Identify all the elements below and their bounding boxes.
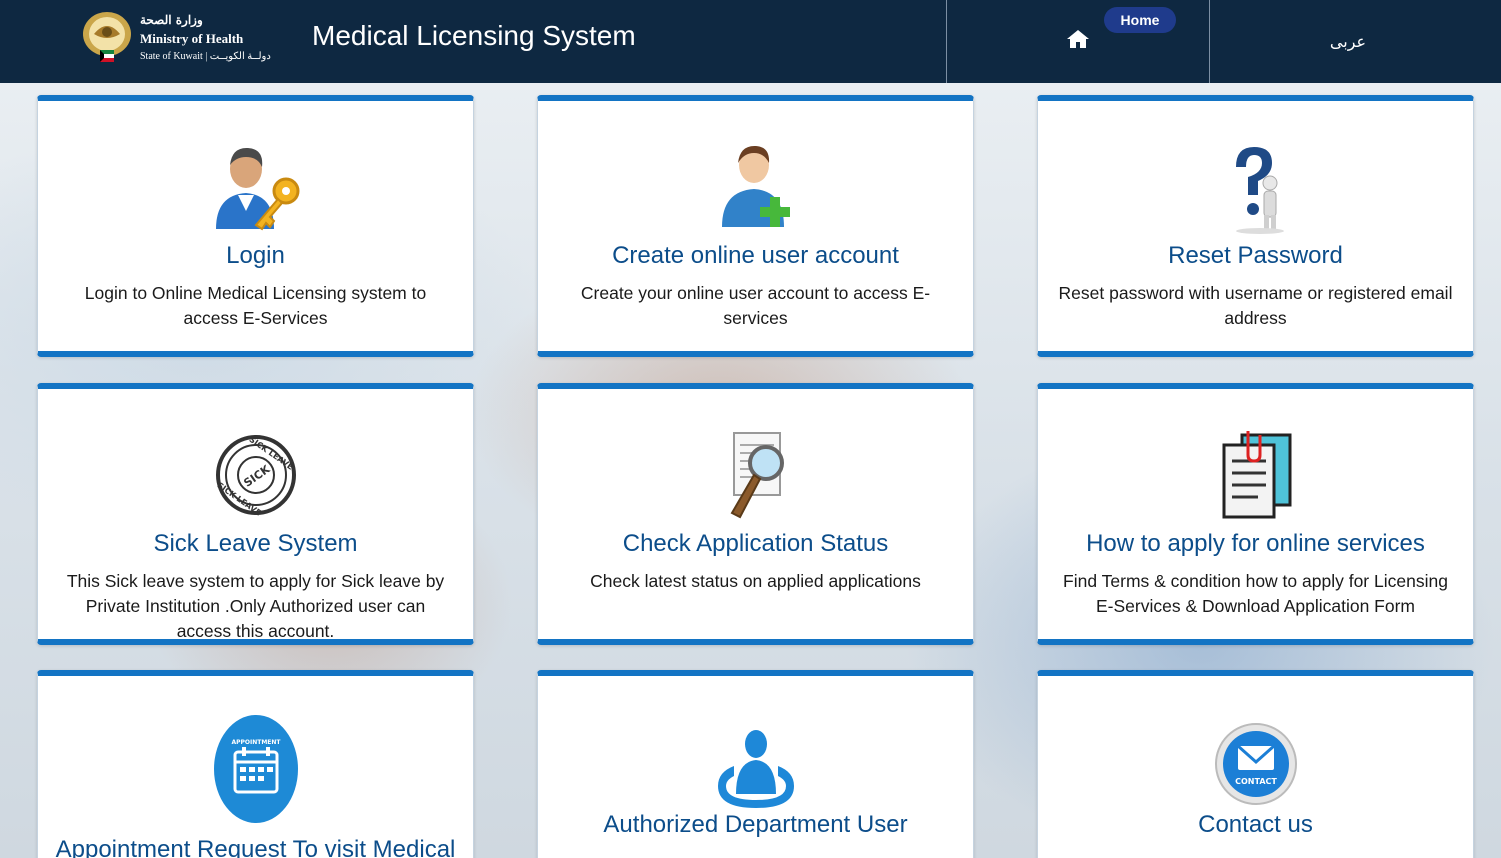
app-title: Medical Licensing System (312, 20, 636, 51)
card-title: Contact us (1198, 811, 1313, 838)
card-contact-us[interactable]: CONTACT Contact us (1037, 670, 1474, 858)
home-icon (1067, 30, 1089, 48)
home-badge[interactable]: Home (1104, 7, 1176, 33)
department-user-icon (708, 724, 804, 820)
card-appointment-request[interactable]: APPOINTMENT Appointment Request To visit… (37, 670, 474, 858)
card-title: Create online user account (612, 242, 899, 269)
card-title: How to apply for online services (1086, 530, 1425, 557)
logo-english-name: Ministry of Health (140, 31, 244, 46)
card-description: Check latest status on applied applicati… (590, 571, 921, 591)
card-description: Create your online user account to acces… (580, 283, 931, 328)
kuwait-emblem-icon (83, 12, 131, 62)
card-title: Sick Leave System (153, 530, 358, 557)
card-title: Reset Password (1168, 242, 1343, 269)
home-link[interactable] (1060, 24, 1096, 54)
card-description: This Sick leave system to apply for Sick… (66, 571, 445, 641)
top-header: وزارة الصحة Ministry of Health State of … (0, 0, 1501, 83)
question-mark-figure-icon (1208, 139, 1304, 235)
card-authorized-department-user[interactable]: Authorized Department User (537, 670, 974, 858)
card-check-status[interactable]: Check Application Status Check latest st… (537, 383, 974, 645)
nav-divider (1209, 0, 1210, 83)
card-reset-password[interactable]: Reset Password Reset password with usern… (1037, 95, 1474, 357)
card-title: Appointment Request To visit Medical (55, 836, 456, 858)
card-how-to-apply[interactable]: How to apply for online services Find Te… (1037, 383, 1474, 645)
card-login[interactable]: Login Login to Online Medical Licensing … (37, 95, 474, 357)
card-title: Check Application Status (622, 530, 889, 557)
logo-subtitle: State of Kuwait | دولــة الكويــت (140, 51, 271, 62)
add-user-icon (708, 139, 804, 235)
clipboard-documents-icon (1208, 427, 1304, 523)
user-key-icon (208, 139, 304, 235)
card-description: Reset password with username or register… (1058, 283, 1453, 328)
language-switch-link[interactable]: عربى (1310, 28, 1386, 54)
appointment-calendar-icon: APPOINTMENT (211, 714, 301, 824)
card-title: Authorized Department User (603, 811, 908, 838)
logo-arabic-name: وزارة الصحة (140, 13, 203, 27)
magnifier-document-icon (708, 427, 804, 523)
contact-envelope-icon: CONTACT (1208, 718, 1304, 814)
svg-text:CONTACT: CONTACT (1235, 777, 1277, 786)
card-description: Find Terms & condition how to apply for … (1063, 571, 1448, 616)
card-create-account[interactable]: Create online user account Create your o… (537, 95, 974, 357)
card-description: Login to Online Medical Licensing system… (84, 283, 427, 328)
sick-leave-stamp-icon: SICK SICK LEAVE SICK LEAVE (208, 427, 304, 523)
card-title: Login (226, 242, 285, 269)
svg-text:APPOINTMENT: APPOINTMENT (231, 739, 281, 746)
nav-divider (946, 0, 947, 83)
ministry-logo[interactable]: وزارة الصحة Ministry of Health State of … (80, 10, 302, 70)
card-sick-leave[interactable]: SICK SICK LEAVE SICK LEAVE Sick Leave Sy… (37, 383, 474, 645)
